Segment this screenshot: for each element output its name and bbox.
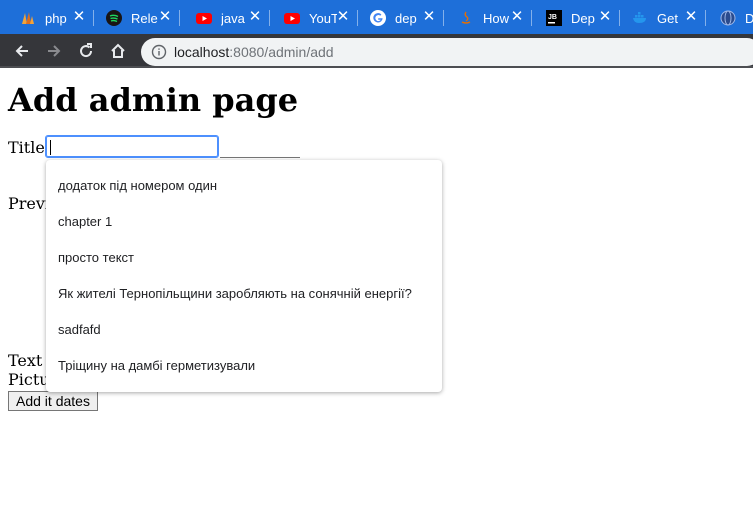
close-icon[interactable]: ✕ (510, 9, 524, 24)
autocomplete-item[interactable]: sadfafd (46, 312, 442, 348)
autocomplete-item[interactable]: додаток під номером один (46, 168, 442, 204)
address-bar[interactable]: localhost:8080/admin/add (141, 38, 753, 66)
home-icon (111, 43, 125, 58)
tab-google[interactable]: dep ✕ (358, 4, 444, 32)
tab-separator (531, 10, 532, 26)
tab-title: How (483, 10, 510, 26)
globe-icon (720, 10, 736, 26)
reload-icon (80, 43, 93, 58)
title-input[interactable] (45, 135, 219, 158)
close-icon[interactable]: ✕ (422, 9, 436, 24)
text-caret (50, 140, 51, 155)
youtube-icon (284, 10, 300, 26)
close-icon[interactable]: ✕ (248, 9, 262, 24)
youtube-icon (196, 10, 212, 26)
docker-icon (632, 10, 648, 26)
close-icon[interactable]: ✕ (598, 9, 612, 24)
tab-strip: php ✕ Rele ✕ java ✕ YouT ✕ dep ✕ How ✕ J… (0, 0, 753, 34)
tab-title: Get (657, 10, 678, 26)
close-icon[interactable]: ✕ (158, 9, 172, 24)
tab-jetbrains[interactable]: JB Dep ✕ (534, 4, 620, 32)
tab-php[interactable]: php ✕ (8, 4, 94, 32)
svg-text:JB: JB (548, 14, 557, 21)
back-button[interactable] (11, 40, 33, 62)
spotify-icon (106, 10, 122, 26)
url-text: localhost:8080/admin/add (174, 44, 334, 60)
home-button[interactable] (107, 40, 129, 62)
page-title: Add admin page (8, 81, 299, 119)
php-logo-icon (20, 10, 36, 26)
tab-separator (179, 10, 180, 26)
tab-title: Dep (571, 10, 595, 26)
autocomplete-item[interactable]: просто текст (46, 240, 442, 276)
tab-title: php (45, 10, 67, 26)
title-label: Title: (8, 138, 51, 157)
tab-docker[interactable]: Get ✕ (620, 4, 706, 32)
close-icon[interactable]: ✕ (72, 9, 86, 24)
tab-title: YouT (309, 10, 337, 26)
google-icon (370, 10, 386, 26)
url-host: localhost (174, 44, 230, 60)
autocomplete-item[interactable]: Як жителі Тернопільщини заробляють на со… (46, 276, 442, 312)
info-icon[interactable] (151, 44, 167, 60)
close-icon[interactable]: ✕ (684, 9, 698, 24)
forward-arrow-icon (48, 45, 61, 57)
forward-button[interactable] (43, 40, 65, 62)
autocomplete-dropdown: додаток під номером один chapter 1 прост… (46, 160, 442, 392)
tab-separator (705, 10, 706, 26)
url-path: :8080/admin/add (229, 44, 334, 60)
tab-youtube-java[interactable]: java ✕ (184, 4, 270, 32)
tab-spotify[interactable]: Rele ✕ (94, 4, 180, 32)
tab-java[interactable]: How ✕ (446, 4, 532, 32)
autocomplete-item[interactable]: chapter 1 (46, 204, 442, 240)
tab-separator (443, 10, 444, 26)
jetbrains-icon: JB (546, 10, 562, 26)
close-icon[interactable]: ✕ (336, 9, 350, 24)
submit-button[interactable]: Add it dates (8, 391, 98, 411)
reload-button[interactable] (75, 40, 97, 62)
tab-separator (269, 10, 270, 26)
tab-title: Rele (131, 10, 158, 26)
tab-youtube[interactable]: YouT ✕ (272, 4, 358, 32)
tab-title: java (221, 10, 245, 26)
tab-partial[interactable]: De (708, 4, 753, 32)
tab-title: De (745, 10, 753, 26)
back-arrow-icon (15, 45, 28, 57)
tab-title: dep (395, 10, 417, 26)
autocomplete-item[interactable]: Тріщину на дамбі герметизували (46, 348, 442, 384)
browser-toolbar: localhost:8080/admin/add (0, 34, 753, 68)
field-border (220, 157, 300, 158)
java-icon (458, 10, 474, 26)
page-content: Add admin page Title: Previe Text b Pict… (0, 68, 753, 531)
